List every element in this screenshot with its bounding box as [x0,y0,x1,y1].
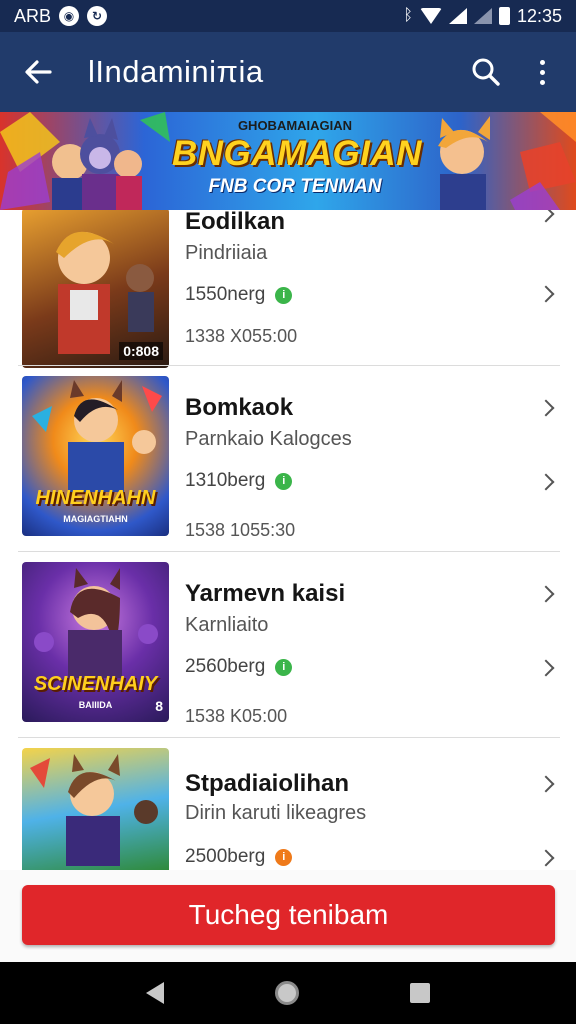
game-stat: 2500berg i [185,846,293,868]
game-list: 0:808 Eodilkan Pindriiaia 1550nerg i 133… [0,210,576,870]
page-title: lIndaminiπia [88,54,264,89]
game-stat: 1310berg i [185,470,293,492]
more-vert-icon [539,59,545,85]
thumbnail-badge: 8 [155,698,163,714]
sync-icon: ↻ [87,6,108,26]
game-time: 1538 1055:30 [185,520,296,540]
carrier-label: ARB [14,5,52,26]
status-dot-icon: i [275,658,293,676]
game-subtitle: Dirin karuti likeagres [185,802,367,824]
nav-home-icon[interactable] [274,981,299,1005]
battery-icon [498,7,510,25]
banner-tagline: FNB COR TENMAN [208,176,382,197]
notification-icon: ◉ [59,6,80,26]
back-button[interactable] [0,32,76,112]
nav-back-icon[interactable] [145,982,164,1004]
status-dot-icon: i [275,286,293,304]
thumbnail-subcaption: MAGIAGTIAHN [63,514,128,524]
more-options-button[interactable] [514,32,570,112]
chevron-right-icon [537,849,555,867]
arrow-left-icon [25,60,52,84]
bottom-action-bar: Tucheg tenibam [0,870,576,962]
chevron-right-icon [537,210,555,223]
character-art [34,568,158,678]
promo-banner[interactable]: GHOBAMAIAGIAN BNGAMAGIAN FNB COR TENMAN [0,112,576,210]
game-stat: 1550nerg i [185,284,293,306]
thumbnail-subcaption: BAIIIDA [78,700,113,710]
game-thumbnail: HINENHAHN MAGIAGTIAHN [22,376,169,536]
banner-subtitle: GHOBAMAIAGIAN [237,118,353,133]
stat-value: 2560berg [185,656,266,677]
wifi-icon [419,8,442,24]
bluetooth-icon: ᛒ [403,7,413,24]
game-time: 1338 X055:00 [185,326,298,346]
app-root: ARB ◉ ↻ ᛒ 12:35 lIndaminiπia GHOBAMAIAGI… [0,0,576,1024]
game-time: 1538 K05:00 [185,706,288,726]
game-thumbnail [22,748,169,870]
game-subtitle: Parnkaio Kalogces [185,428,352,450]
game-title: Yarmevn kaisi [185,580,346,607]
chevron-right-icon [537,473,555,491]
chevron-right-icon [537,775,555,793]
thumbnail-caption: HINENHAHN [35,487,156,509]
banner-title: BNGAMAGIAN [172,134,422,173]
list-item[interactable]: SCINENHAIY BAIIIDA 8 Yarmevn kaisi Karnl… [0,552,576,738]
game-title: Eodilkan [185,210,286,235]
thumbnail-caption: SCINENHAIY [33,673,158,695]
chevron-right-icon [537,285,555,303]
thumbnail-badge: 0:808 [119,342,163,360]
app-bar: lIndaminiπia [0,32,576,112]
nav-recents-icon[interactable] [410,983,431,1003]
game-thumbnail: 0:808 [22,210,169,368]
chevron-right-icon [537,399,555,417]
status-dot-icon: i [275,848,293,866]
game-subtitle: Karnliaito [185,614,269,636]
signal-icon [448,8,467,24]
primary-action-button[interactable]: Tucheg tenibam [22,885,555,945]
game-thumbnail: SCINENHAIY BAIIIDA 8 [22,562,169,722]
chevron-right-icon [537,585,555,603]
character-art [32,380,162,492]
stat-value: 1310berg [185,470,266,491]
system-nav-bar [0,962,576,1024]
list-item[interactable]: 0:808 Eodilkan Pindriiaia 1550nerg i 133… [0,210,576,368]
character-art [30,754,158,866]
signal-icon-2 [473,8,492,24]
clock: 12:35 [516,5,562,26]
list-item[interactable]: Stpadiaiolihan Dirin karuti likeagres 25… [0,738,576,870]
game-title: Stpadiaiolihan [185,770,350,797]
status-dot-icon: i [275,472,293,490]
search-button[interactable] [458,32,514,112]
chevron-right-icon [537,659,555,677]
status-bar: ARB ◉ ↻ ᛒ 12:35 [0,0,576,32]
game-subtitle: Pindriiaia [185,242,268,264]
stat-value: 2500berg [185,846,266,867]
game-stat: 2560berg i [185,656,293,678]
stat-value: 1550nerg [185,284,266,305]
game-title: Bomkaok [185,394,294,421]
list-item[interactable]: HINENHAHN MAGIAGTIAHN Bomkaok Parnkaio K… [0,366,576,552]
search-icon [472,58,500,86]
